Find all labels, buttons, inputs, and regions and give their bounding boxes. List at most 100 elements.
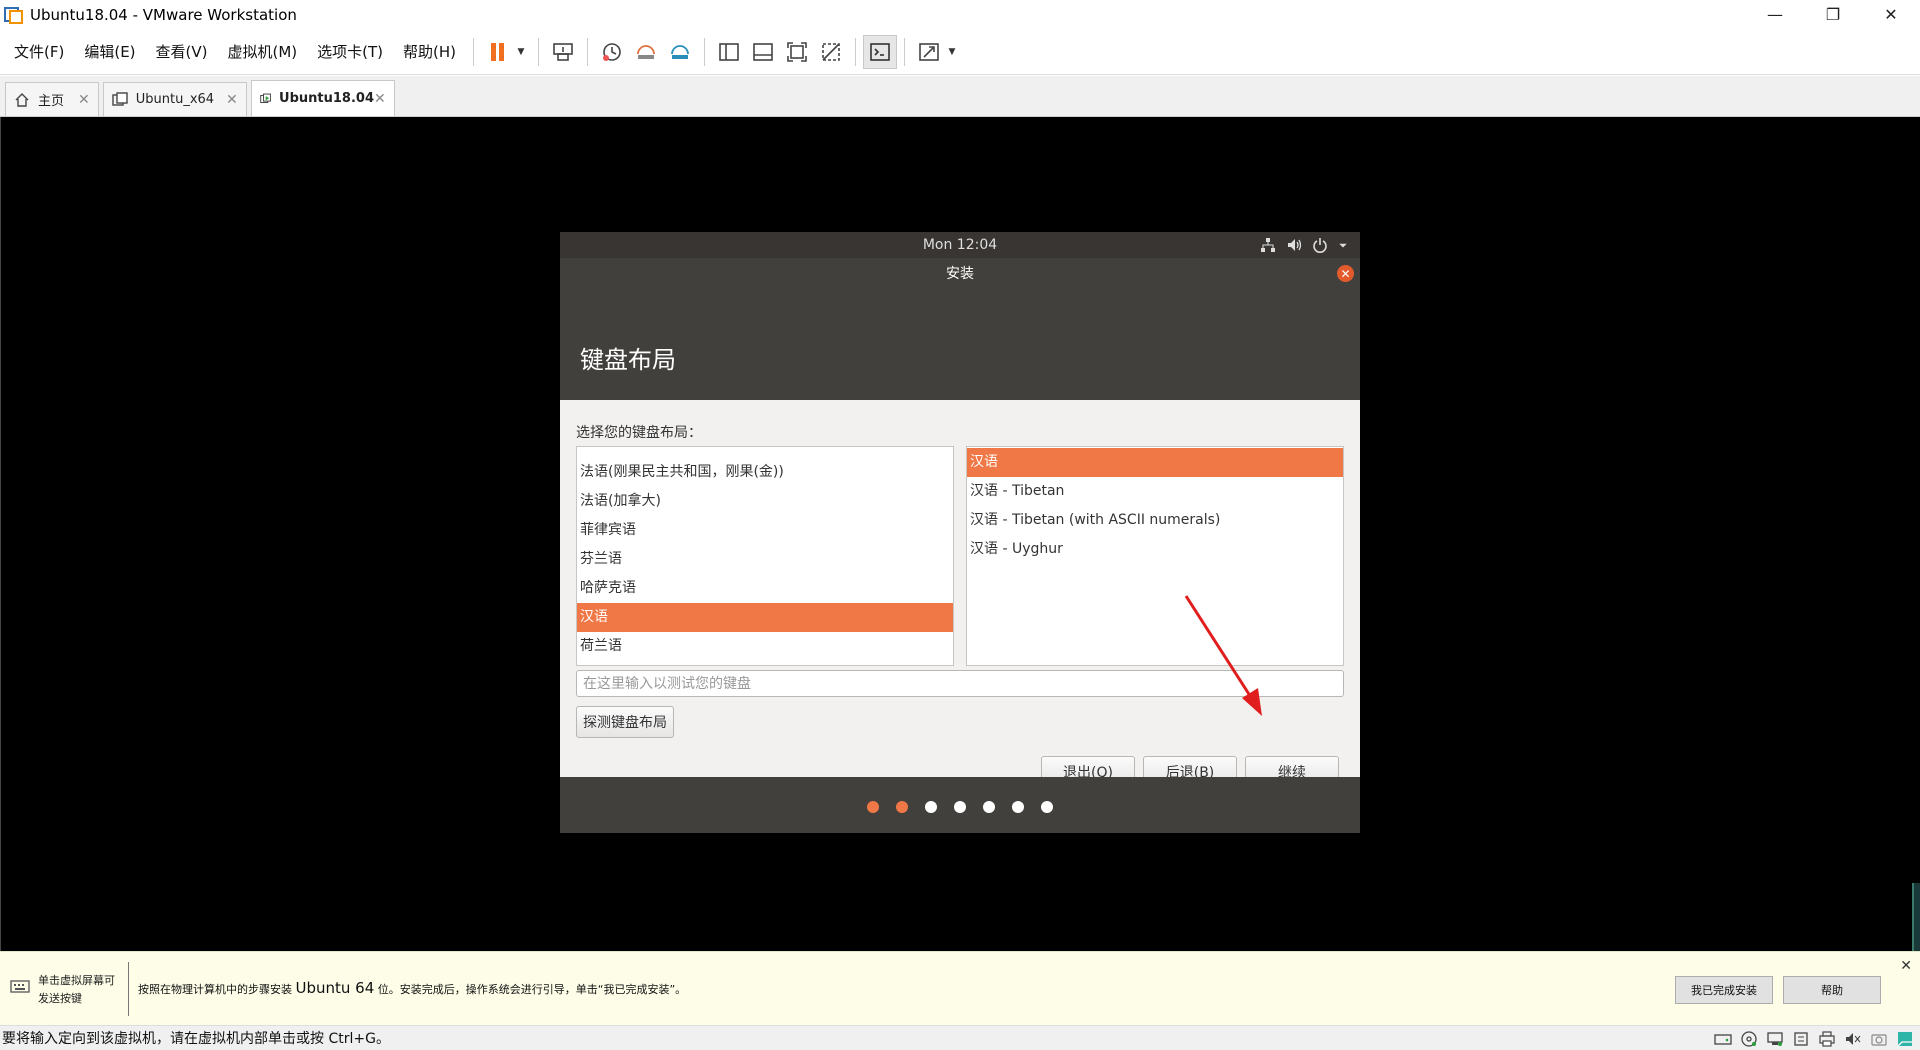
stretch-guest-button[interactable] [912,35,946,69]
close-tab-icon[interactable]: ✕ [374,91,386,107]
ubuntu-installer-window[interactable]: Mon 12:04 安装 ✕ 键盘布局 选择您的键盘布局： 法语(刚果民主共和国… [560,232,1360,833]
tab-bar: 主页 ✕ Ubuntu_x64 ✕ Ubuntu18.04 ✕ [0,76,1920,117]
snapshot-icon [603,42,621,61]
terminal-icon [870,42,890,61]
installer-header: 安装 ✕ 键盘布局 [560,258,1360,400]
power-icon[interactable] [1312,237,1328,253]
installer-window-title: 安装 [946,266,974,282]
menu-toolbar: 文件(F) 编辑(E) 查看(V) 虚拟机(M) 选项卡(T) 帮助(H) ▼ … [0,29,1920,75]
ubuntu-clock[interactable]: Mon 12:04 [923,237,997,253]
menu-help[interactable]: 帮助(H) [396,41,463,62]
status-text: 要将输入定向到该虚拟机，请在虚拟机内部单击或按 Ctrl+G。 [2,1031,390,1047]
caret-down-icon[interactable] [1338,237,1348,253]
pause-icon [491,42,505,61]
usb-icon[interactable] [1792,1030,1810,1048]
close-hint-icon[interactable]: ✕ [1900,958,1912,974]
list-item[interactable]: 汉语 - Tibetan (with ASCII numerals) [967,506,1343,535]
tab-label: Ubuntu18.04 [279,91,375,106]
camera-icon[interactable] [1870,1030,1888,1048]
list-item[interactable]: 哈萨克语 [577,574,953,603]
full-screen-button[interactable] [780,35,814,69]
progress-dot [925,801,937,813]
detect-layout-button[interactable]: 探测键盘布局 [576,706,674,738]
snapshot-button[interactable] [595,35,629,69]
network-adapter-icon[interactable] [1766,1030,1784,1048]
restore-button[interactable]: ❐ [1804,0,1862,29]
hint-divider [128,962,129,1016]
message-log-icon[interactable] [1896,1030,1914,1048]
list-item[interactable]: 菲律宾语 [577,516,953,545]
unity-icon [822,42,840,61]
menu-file[interactable]: 文件(F) [7,41,71,62]
show-library-button[interactable] [712,35,746,69]
sound-card-icon[interactable] [1844,1030,1862,1048]
snapshot-manager-button[interactable] [663,35,697,69]
close-button[interactable]: ✕ [1862,0,1920,29]
minimize-button[interactable]: — [1746,0,1804,29]
progress-dot [1012,801,1024,813]
list-item-clipped[interactable] [577,447,953,458]
annotation-arrow [1184,595,1262,716]
thumbnail-icon [753,42,773,61]
menu-vm[interactable]: 虚拟机(M) [221,41,305,62]
pause-dropdown[interactable]: ▼ [515,47,527,57]
revert-snapshot-button[interactable] [629,35,663,69]
title-bar: Ubuntu18.04 - VMware Workstation — ❐ ✕ [0,0,1920,29]
keyboard-prompt-label: 选择您的键盘布局： [576,425,702,441]
network-icon[interactable] [1260,237,1276,253]
keyboard-variant-list[interactable]: 汉语 汉语 - Tibetan 汉语 - Tibetan (with ASCII… [966,446,1344,666]
list-item-selected[interactable]: 汉语 [577,603,953,632]
close-tab-icon[interactable]: ✕ [78,92,90,108]
tab-ubuntu-x64[interactable]: Ubuntu_x64 ✕ [102,82,247,116]
list-item[interactable]: 汉语 - Tibetan [967,477,1343,506]
progress-dot [983,801,995,813]
toolbar-separator [587,37,589,66]
console-view-button[interactable] [863,34,898,69]
tab-label: Ubuntu_x64 [135,92,215,107]
vm-icon [112,91,128,106]
revert-snapshot-icon [637,44,655,59]
progress-dot-done [896,801,908,813]
menu-edit[interactable]: 编辑(E) [77,41,142,62]
menu-tabs[interactable]: 选项卡(T) [310,41,390,62]
close-tab-icon[interactable]: ✕ [226,92,238,108]
installer-close-button[interactable]: ✕ [1337,265,1354,282]
window-title: Ubuntu18.04 - VMware Workstation [30,5,297,24]
thumbnail-bar-button[interactable] [746,35,780,69]
ubuntu-top-bar: Mon 12:04 [560,232,1360,258]
list-item[interactable]: 法语(加拿大) [577,487,953,516]
install-hint-bar: 单击虚拟屏幕可发送按键 按照在物理计算机中的步骤安装 Ubuntu 64 位。安… [0,951,1920,1025]
list-item[interactable]: 汉语 - Uyghur [967,535,1343,564]
keyboard-layout-list[interactable]: 法语(刚果民主共和国，刚果(金)) 法语(加拿大) 菲律宾语 芬兰语 哈萨克语 … [576,446,954,666]
volume-icon[interactable] [1286,237,1302,253]
list-item[interactable]: 荷兰语 [577,632,953,661]
progress-dot [1041,801,1053,813]
printer-icon[interactable] [1818,1030,1836,1048]
hint-left-text: 单击虚拟屏幕可发送按键 [38,974,115,1005]
list-item-selected[interactable]: 汉语 [967,448,1343,477]
cd-dvd-icon[interactable] [1740,1030,1758,1048]
library-icon [719,42,739,61]
send-ctrl-alt-del-button[interactable] [546,35,580,69]
snapshot-manager-icon [671,44,689,59]
toolbar-separator [473,37,475,66]
full-screen-icon [787,41,807,62]
status-bar: 要将输入定向到该虚拟机，请在虚拟机内部单击或按 Ctrl+G。 [0,1025,1920,1050]
list-item[interactable]: 法语(刚果民主共和国，刚果(金)) [577,458,953,487]
home-icon [15,92,29,107]
help-button[interactable]: 帮助 [1783,976,1881,1004]
hint-click-screen: 单击虚拟屏幕可发送按键 [10,972,122,1008]
hard-disk-icon[interactable] [1714,1030,1732,1048]
progress-dots [560,801,1360,813]
list-item[interactable]: 芬兰语 [577,545,953,574]
unity-button[interactable] [814,35,848,69]
vmware-app-icon [4,6,23,24]
stretch-dropdown[interactable]: ▼ [946,47,958,57]
menu-view[interactable]: 查看(V) [149,41,215,62]
pause-button[interactable] [481,35,515,69]
install-done-button[interactable]: 我已完成安装 [1675,976,1773,1004]
tab-home[interactable]: 主页 ✕ [5,82,99,116]
send-keys-icon [553,42,573,61]
hint-message-os: Ubuntu 64 [295,979,375,997]
tab-ubuntu1804[interactable]: Ubuntu18.04 ✕ [250,80,395,116]
